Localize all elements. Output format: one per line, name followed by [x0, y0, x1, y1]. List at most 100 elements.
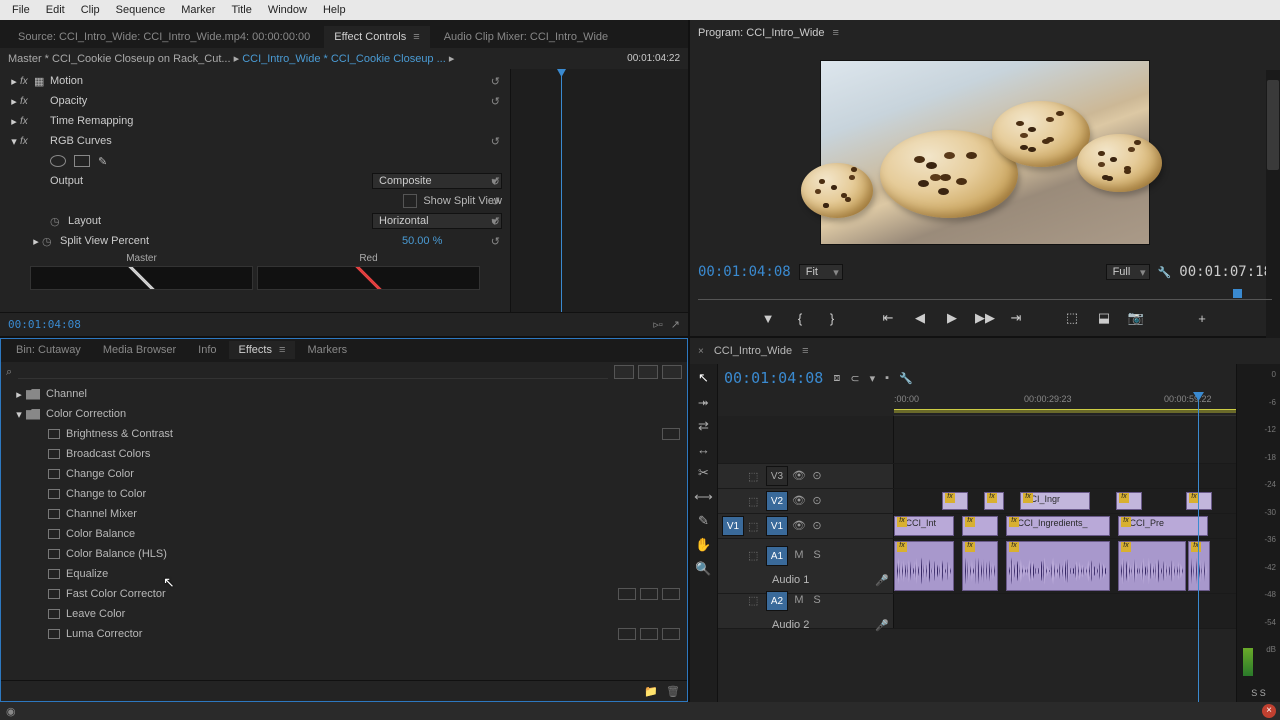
ec-keyframe-area[interactable] — [510, 69, 688, 312]
track-v1-lane[interactable]: fx CCI_Intfx fx CCI_Ingredients_fx CCI_P… — [894, 514, 1280, 538]
param-rgb-curves[interactable]: RGB Curves — [50, 135, 502, 147]
voice-over-icon[interactable]: 🎤 — [875, 619, 889, 632]
toggle-output-icon[interactable]: 👁 — [792, 519, 806, 533]
menu-clip[interactable]: Clip — [73, 2, 108, 18]
ec-footer-timecode[interactable]: 00:01:04:08 — [8, 318, 81, 331]
lock-icon[interactable]: ⬚ — [748, 549, 762, 562]
tab-audio-mixer[interactable]: Audio Clip Mixer: CCI_Intro_Wide — [434, 26, 618, 48]
export-frame-icon[interactable]: 📷 — [1127, 310, 1145, 326]
mute-button[interactable]: M — [792, 549, 806, 563]
audio-clip[interactable]: fx — [1118, 541, 1186, 591]
zoom-dropdown[interactable]: Fit — [799, 264, 843, 280]
new-bin-icon[interactable]: 📁 — [644, 685, 658, 698]
pen-tool-icon[interactable]: ✎ — [698, 513, 709, 529]
timeline-ruler[interactable]: :00:00 00:00:29:23 00:00:59:22 00:01:29:… — [894, 392, 1280, 416]
wrench-icon[interactable]: 🔧 — [1158, 266, 1172, 279]
tab-effects[interactable]: Effects ≡ — [229, 341, 296, 359]
track-target-a2[interactable]: A2 — [766, 591, 788, 611]
effect-channel-mixer[interactable]: Channel Mixer — [0, 504, 688, 524]
voice-over-icon[interactable]: 🎤 — [875, 574, 889, 587]
effect-color-balance[interactable]: Color Balance — [0, 524, 688, 544]
split-percent-value[interactable]: 50.00 % — [402, 235, 502, 247]
reset-icon[interactable]: ↺ — [491, 215, 500, 228]
curve-red-graph[interactable] — [257, 266, 480, 290]
toggle-output-icon[interactable]: 👁 — [792, 469, 806, 483]
folder-channel[interactable]: ▸ Channel — [0, 384, 688, 404]
reset-icon[interactable]: ↺ — [491, 195, 500, 208]
video-clip[interactable]: fxCCI_Ingr — [1020, 492, 1090, 510]
twisty-icon[interactable]: ▸ — [12, 388, 26, 401]
tab-info[interactable]: Info — [188, 341, 226, 359]
effect-change-to-color[interactable]: Change to Color — [0, 484, 688, 504]
twisty-icon[interactable]: ▸ — [8, 115, 20, 128]
panel-menu-icon[interactable]: ≡ — [413, 31, 419, 43]
video-clip[interactable]: fx CCI_Ingredients_ — [1006, 516, 1110, 536]
menu-sequence[interactable]: Sequence — [108, 2, 174, 18]
play-only-icon[interactable]: ▹▫ — [653, 318, 662, 331]
mark-in-icon[interactable]: { — [791, 311, 809, 326]
add-button-icon[interactable]: + — [1193, 311, 1211, 326]
video-clip[interactable]: fx — [1116, 492, 1142, 510]
program-video-area[interactable] — [690, 46, 1280, 258]
twisty-icon[interactable]: ▸ — [30, 235, 42, 248]
ripple-edit-tool-icon[interactable]: ⇄ — [698, 418, 709, 434]
audio-clip[interactable]: fx — [1188, 541, 1210, 591]
tab-effect-controls[interactable]: Effect Controls ≡ — [324, 26, 429, 48]
mark-out-icon[interactable]: } — [823, 311, 841, 326]
search-icon[interactable]: ⌕ — [6, 366, 12, 379]
quality-dropdown[interactable]: Full — [1106, 264, 1150, 280]
menu-help[interactable]: Help — [315, 2, 354, 18]
video-clip[interactable]: fx — [942, 492, 968, 510]
param-time-remapping[interactable]: Time Remapping — [50, 115, 502, 127]
notification-close-icon[interactable]: × — [1262, 704, 1276, 718]
track-target-a1[interactable]: A1 — [766, 546, 788, 566]
zoom-tool-icon[interactable]: 🔍 — [695, 561, 711, 577]
solo-button[interactable]: S — [810, 594, 824, 608]
folder-color-correction[interactable]: ▾ Color Correction — [0, 404, 688, 424]
track-select-tool-icon[interactable]: ⯮ — [698, 394, 708, 410]
effects-search-input[interactable] — [18, 366, 608, 379]
reset-icon[interactable]: ↺ — [491, 135, 500, 148]
program-scrub-thumb[interactable] — [1233, 289, 1242, 298]
sync-lock-icon[interactable]: ⊙ — [810, 519, 824, 533]
go-to-out-icon[interactable]: ⇥ — [1007, 310, 1025, 326]
creative-cloud-icon[interactable]: ◉ — [6, 705, 16, 718]
video-clip[interactable]: fx CCI_Pre — [1118, 516, 1208, 536]
menu-edit[interactable]: Edit — [38, 2, 73, 18]
twisty-icon[interactable]: ▸ — [8, 95, 20, 108]
timeline-timecode[interactable]: 00:01:04:08 — [724, 369, 823, 387]
panel-menu-icon[interactable]: ≡ — [833, 27, 839, 39]
video-clip[interactable]: fx — [1186, 492, 1212, 510]
tab-source[interactable]: Source: CCI_Intro_Wide: CCI_Intro_Wide.m… — [8, 26, 320, 48]
accel-badge-icon[interactable] — [638, 365, 658, 379]
param-opacity[interactable]: Opacity — [50, 95, 502, 107]
step-back-icon[interactable]: ◀ — [911, 310, 929, 326]
program-scrubber[interactable] — [698, 286, 1272, 300]
sequence-name[interactable]: CCI_Intro_Wide — [714, 345, 792, 357]
snap-icon[interactable]: ⧈ — [833, 372, 840, 385]
selection-tool-icon[interactable]: ↖ — [698, 370, 709, 386]
sync-lock-icon[interactable]: ⊙ — [810, 469, 824, 483]
reset-icon[interactable]: ↺ — [491, 175, 500, 188]
lock-icon[interactable]: ⬚ — [748, 594, 762, 607]
tab-markers[interactable]: Markers — [297, 341, 357, 359]
razor-tool-icon[interactable]: ✂ — [698, 465, 709, 481]
twisty-icon[interactable]: ▾ — [8, 135, 20, 148]
twisty-icon[interactable]: ▾ — [12, 408, 26, 421]
track-v2-lane[interactable]: fxfxfxCCI_Ingrfxfx — [894, 489, 1280, 513]
accel-badge-icon[interactable] — [614, 365, 634, 379]
reset-icon[interactable]: ↺ — [491, 235, 500, 248]
effect-leave-color[interactable]: Leave Color — [0, 604, 688, 624]
lock-icon[interactable]: ⬚ — [748, 520, 762, 533]
audio-clip[interactable]: fx — [894, 541, 954, 591]
add-marker-icon[interactable]: ▾ — [870, 372, 876, 385]
split-view-checkbox[interactable] — [403, 194, 417, 208]
lock-icon[interactable]: ⬚ — [748, 495, 762, 508]
reset-icon[interactable]: ↺ — [491, 75, 500, 88]
video-clip[interactable]: fx — [962, 516, 998, 536]
effect-color-balance-hls[interactable]: Color Balance (HLS) — [0, 544, 688, 564]
video-clip[interactable]: fx — [984, 492, 1004, 510]
sync-lock-icon[interactable]: ⊙ — [810, 494, 824, 508]
mask-pen-icon[interactable]: ✎ — [98, 155, 114, 167]
track-target-v1[interactable]: V1 — [766, 516, 788, 536]
